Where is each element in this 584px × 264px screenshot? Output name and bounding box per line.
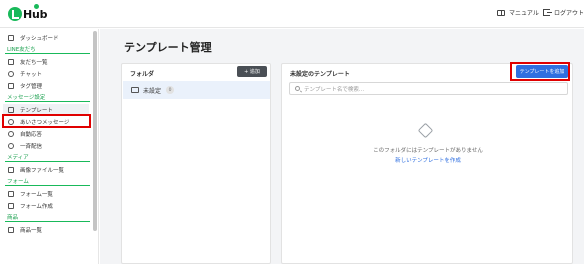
sidebar-item-label: 友だち一覧 xyxy=(20,59,48,66)
plus-icon xyxy=(8,202,14,209)
tag-icon xyxy=(417,122,434,139)
logo-dot-icon xyxy=(34,4,39,9)
template-icon xyxy=(8,106,14,113)
broadcast-icon xyxy=(8,142,14,149)
logout-label: ログアウト xyxy=(554,10,584,17)
form-list-icon xyxy=(8,190,14,197)
logo[interactable]: Hub xyxy=(8,4,48,22)
sidebar-section-label: メッセージ設定 xyxy=(7,95,46,101)
sidebar-item[interactable]: 一斉配信 xyxy=(3,140,89,151)
folder-panel-title: フォルダ xyxy=(130,71,155,78)
manual-label: マニュアル xyxy=(509,10,539,17)
sidebar-section-divider xyxy=(5,53,90,54)
template-search-input[interactable]: テンプレート名で検索... xyxy=(289,82,568,95)
manual-link[interactable]: マニュアル xyxy=(497,8,539,17)
sidebar-item[interactable]: チャット xyxy=(3,68,89,79)
highlight-add-template-button xyxy=(510,62,570,81)
sidebar-item[interactable]: ダッシュボード xyxy=(3,32,89,43)
sidebar-section-label: LINE友だち xyxy=(7,47,36,53)
sidebar-item[interactable]: 自動応答 xyxy=(3,128,89,139)
book-icon xyxy=(497,9,505,16)
search-placeholder: テンプレート名で検索... xyxy=(304,86,365,93)
tag-icon xyxy=(8,82,14,89)
product-icon xyxy=(8,226,14,233)
sidebar-section-divider xyxy=(5,221,90,222)
folder-icon xyxy=(131,87,139,93)
sidebar-section-label: フォーム xyxy=(7,179,29,185)
sidebar-item[interactable]: 商品一覧 xyxy=(3,224,89,235)
folder-name: 未設定 xyxy=(143,87,162,95)
sidebar-item-label: 商品一覧 xyxy=(20,227,43,234)
sidebar-section-label: 商品 xyxy=(7,215,19,221)
logo-mark-icon xyxy=(8,7,22,21)
top-header: Hub マニュアル ログアウト xyxy=(0,0,584,28)
chat-icon xyxy=(8,70,14,77)
sidebar-item-label: 画像ファイル一覧 xyxy=(20,167,65,174)
folder-item[interactable]: 未設定 0 xyxy=(123,81,270,99)
sidebar-section-label: メディア xyxy=(7,155,29,161)
logo-text: Hub xyxy=(23,7,48,21)
sidebar-section-divider xyxy=(5,101,90,102)
sidebar-item-label: フォーム一覧 xyxy=(20,191,53,198)
home-icon xyxy=(8,34,14,41)
auto-reply-icon xyxy=(8,130,14,137)
logout-link[interactable]: ログアウト xyxy=(543,8,584,17)
sidebar-item[interactable]: フォーム作成 xyxy=(3,200,89,211)
sidebar-item-label: 自動応答 xyxy=(20,131,43,138)
empty-message: このフォルダにはテンプレートがありません xyxy=(373,148,483,154)
logout-icon xyxy=(543,9,552,16)
user-list-icon xyxy=(8,58,14,65)
highlight-template-menu xyxy=(2,114,91,128)
sidebar-section-divider xyxy=(5,161,90,162)
sidebar-item-label: 一斉配信 xyxy=(20,143,43,150)
sidebar: ダッシュボード LINE友だち友だち一覧チャットタグ管理メッセージ設定テンプレート… xyxy=(0,29,99,264)
search-icon xyxy=(295,86,300,91)
sidebar-section-divider xyxy=(5,185,90,186)
add-folder-button[interactable]: + 追加 xyxy=(237,66,267,77)
sidebar-item[interactable]: タグ管理 xyxy=(3,80,89,91)
template-panel-title: 未設定のテンプレート xyxy=(290,71,350,78)
sidebar-item[interactable]: 画像ファイル一覧 xyxy=(3,164,89,175)
create-template-link[interactable]: 新しいテンプレートを作成 xyxy=(282,156,574,164)
sidebar-item-label: ダッシュボード xyxy=(20,35,59,42)
image-icon xyxy=(8,166,14,173)
sidebar-scrollbar[interactable] xyxy=(93,31,97,231)
sidebar-item[interactable]: フォーム一覧 xyxy=(3,188,89,199)
sidebar-item[interactable]: 友だち一覧 xyxy=(3,56,89,67)
sidebar-item-label: フォーム作成 xyxy=(20,203,53,210)
sidebar-item-label: チャット xyxy=(20,71,42,78)
sidebar-item-label: タグ管理 xyxy=(20,83,43,90)
folder-count-badge: 0 xyxy=(166,86,175,94)
sidebar-item-label: テンプレート xyxy=(20,107,53,114)
folder-panel: フォルダ + 追加 未設定 0 xyxy=(121,63,271,264)
page-title: テンプレート管理 xyxy=(124,41,212,54)
template-panel: 未設定のテンプレート テンプレートを追加 テンプレート名で検索... このフォル… xyxy=(281,63,573,264)
